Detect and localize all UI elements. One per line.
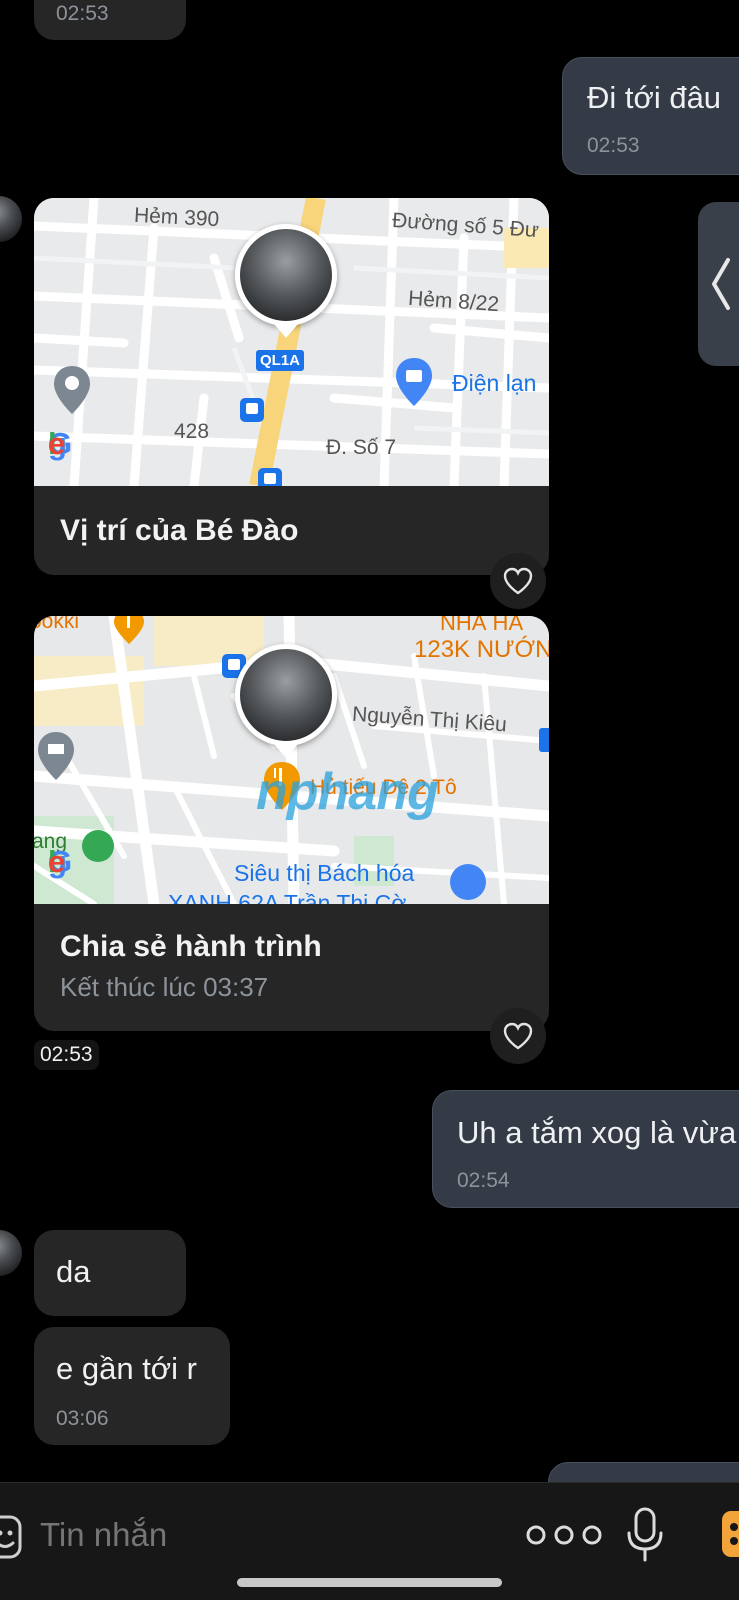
message-time: 02:53	[56, 2, 109, 25]
transit-marker	[539, 728, 549, 752]
message-text: da	[56, 1254, 91, 1289]
shopping-pin-icon	[396, 358, 432, 406]
message-time: 02:54	[457, 1169, 510, 1192]
user-location-pin	[235, 224, 337, 326]
map-label: 428	[174, 420, 210, 443]
message-bubble-incoming[interactable]: da	[34, 1230, 186, 1316]
map-label: Điện lạn	[452, 370, 537, 396]
map-label: ookki	[34, 616, 80, 633]
trip-card-subtitle: Kết thúc lúc 03:37	[60, 972, 269, 1002]
bus-stop-icon	[258, 468, 282, 486]
sender-avatar[interactable]	[0, 196, 22, 242]
heart-icon	[503, 1022, 533, 1050]
pin-tip	[274, 324, 298, 338]
bus-stop-icon	[240, 398, 264, 422]
message-text: e gần tới r	[56, 1351, 197, 1386]
restaurant-pin-icon	[114, 616, 144, 644]
map-label: NHÀ HÀ	[440, 616, 524, 635]
trip-share-card[interactable]: ookki NHÀ HÀ 123K NƯỚN Nguyễn Thị Kiêu H…	[34, 616, 549, 1031]
gallery-icon[interactable]	[720, 1509, 739, 1561]
message-bubble-outgoing[interactable]: Đi tới đâu 02:53	[562, 57, 739, 175]
sticker-icon[interactable]	[0, 1513, 26, 1563]
user-location-pin	[235, 644, 337, 746]
map-label: 123K NƯỚN	[414, 636, 549, 663]
chevron-left-icon	[712, 258, 730, 310]
react-button[interactable]	[490, 553, 546, 609]
trip-card-title: Chia sẻ hành trình	[60, 930, 322, 963]
map-label: Đ. Số 7	[326, 436, 397, 459]
location-map[interactable]: Hẻm 390 Đường số 5 Đư Hẻm 8/22 QL1A Điện…	[34, 198, 549, 486]
trip-map[interactable]: ookki NHÀ HÀ 123K NƯỚN Nguyễn Thị Kiêu H…	[34, 616, 549, 904]
pin-tip	[274, 744, 298, 758]
place-pin-icon	[54, 366, 90, 414]
message-text: Uh a tắm xog là vừa	[457, 1115, 737, 1150]
message-time: 02:53	[587, 134, 640, 157]
map-label: XANH 62A Trần Thị Cờ	[168, 890, 407, 904]
highway-shield: QL1A	[256, 350, 305, 371]
mic-icon[interactable]	[625, 1507, 665, 1563]
map-label: Hẻm 390	[133, 203, 220, 232]
home-indicator	[237, 1578, 502, 1587]
message-input[interactable]	[40, 1505, 480, 1565]
message-bubble-incoming-top[interactable]: 02:53	[34, 0, 186, 40]
message-bubble-outgoing[interactable]: Uh a tắm xog là vừa 02:54	[432, 1090, 739, 1208]
message-time: 03:06	[56, 1407, 109, 1430]
place-pin-icon	[38, 732, 74, 780]
more-icon[interactable]	[522, 1523, 606, 1547]
react-button[interactable]	[490, 1008, 546, 1064]
location-card-title: Vị trí của Bé Đào	[60, 514, 299, 547]
map-label: Siêu thị Bách hóa	[234, 860, 415, 886]
park-icon	[82, 830, 114, 862]
message-text: Đi tới đâu	[587, 80, 722, 115]
message-bubble-incoming[interactable]: e gần tới r 03:06	[34, 1327, 230, 1445]
watermark: nphang	[256, 763, 439, 821]
message-time: 02:53	[34, 1040, 99, 1070]
side-panel-toggle[interactable]	[698, 202, 739, 366]
shopping-cart-icon	[450, 864, 486, 900]
location-card[interactable]: Hẻm 390 Đường số 5 Đư Hẻm 8/22 QL1A Điện…	[34, 198, 549, 575]
heart-icon	[503, 567, 533, 595]
sender-avatar[interactable]	[0, 1230, 22, 1276]
